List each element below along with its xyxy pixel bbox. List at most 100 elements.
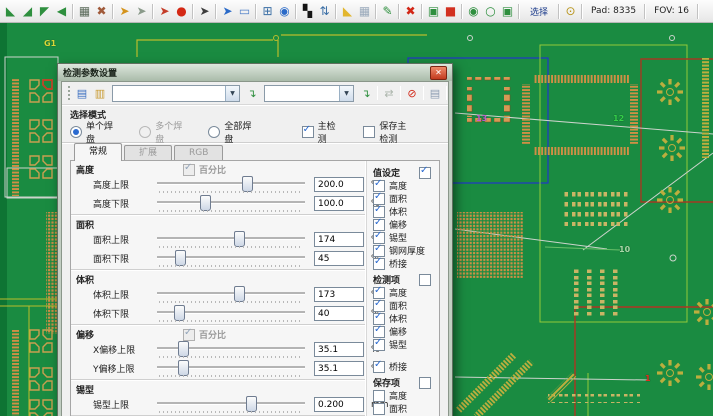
param-value-input[interactable] xyxy=(314,251,364,266)
pin-red-icon[interactable]: ➤ xyxy=(156,3,173,20)
green-sail-icon[interactable]: ◣ xyxy=(2,3,19,20)
chevron-down-icon[interactable]: ▼ xyxy=(225,86,239,101)
save-icon[interactable]: ▤ xyxy=(73,85,91,101)
check-item[interactable]: 桥接 xyxy=(373,360,435,373)
radio-icon[interactable] xyxy=(208,126,220,138)
photo-icon[interactable]: ▦ xyxy=(76,3,93,20)
pin-orange-icon[interactable]: ➤ xyxy=(116,3,133,20)
param-value-input[interactable] xyxy=(314,287,364,302)
pin-black-icon[interactable]: ➤ xyxy=(196,3,213,20)
param-slider[interactable] xyxy=(157,397,305,413)
circle-icon[interactable]: ○ xyxy=(482,3,499,20)
mode-checkbox-1[interactable]: 保存主检测 xyxy=(363,119,414,145)
toolbar-grip[interactable] xyxy=(68,86,70,100)
general-tab-panel: 高度百分比高度上限%高度下限%面积面积上限%面积下限%体积体积上限%体积下限%偏… xyxy=(70,160,440,416)
param-slider[interactable] xyxy=(157,287,305,303)
radio-icon[interactable] xyxy=(70,126,82,138)
param-slider[interactable] xyxy=(157,196,305,212)
stop-red-icon[interactable]: ■ xyxy=(442,3,459,20)
param-row: 体积下限% xyxy=(71,304,366,323)
checkbox-icon[interactable] xyxy=(373,403,385,415)
import-icon[interactable]: ↴ xyxy=(243,85,261,101)
dialog-body: ▤▥▼↴▼↴⇄⊘▤⇥ 选择模式 单个焊盘多个焊盘全部焊盘 主检测保存主检测 常规… xyxy=(61,81,449,416)
param-slider[interactable] xyxy=(157,342,305,358)
tab-extended[interactable]: 扩展 xyxy=(124,145,172,161)
param-row: 高度上限% xyxy=(71,175,366,194)
param-value-input[interactable] xyxy=(314,177,364,192)
pin-gray-icon[interactable]: ➤ xyxy=(133,3,150,20)
check-item[interactable]: 锡型 xyxy=(373,338,435,351)
chart-edit-icon[interactable]: ✎ xyxy=(379,3,396,20)
set-square-icon[interactable]: ◣ xyxy=(339,3,356,20)
slider-thumb[interactable] xyxy=(234,231,245,247)
check-item[interactable]: 高度 xyxy=(373,389,435,402)
slider-thumb[interactable] xyxy=(234,286,245,302)
grid-icon[interactable]: ▦ xyxy=(356,3,373,20)
quad-squares-icon[interactable]: ▚ xyxy=(299,3,316,20)
tab-rgb[interactable]: RGB xyxy=(174,145,223,161)
mode-checkbox-0[interactable]: 主检测 xyxy=(302,119,338,145)
dialog-titlebar[interactable]: 检测参数设置 ✕ xyxy=(58,64,452,81)
export-page-icon[interactable]: ▥ xyxy=(91,85,109,101)
checkbox-icon[interactable] xyxy=(302,126,314,138)
param-value-input[interactable] xyxy=(314,196,364,211)
check-item[interactable]: 桥接 xyxy=(373,257,435,270)
param-slider[interactable] xyxy=(157,251,305,267)
preset-combo-1[interactable]: ▼ xyxy=(112,85,240,102)
param-value-input[interactable] xyxy=(314,306,364,321)
tab-general[interactable]: 常规 xyxy=(74,143,122,161)
selection-rect-icon[interactable]: ▭ xyxy=(236,3,253,20)
checkbox-icon[interactable] xyxy=(373,361,385,373)
slider-thumb[interactable] xyxy=(175,250,186,266)
preset-combo-2[interactable]: ▼ xyxy=(264,85,354,102)
param-section-title: 体积 xyxy=(71,273,366,285)
select-mode-label[interactable]: 选择 xyxy=(530,5,548,18)
param-slider[interactable] xyxy=(157,361,305,377)
block-icon[interactable]: ⊘ xyxy=(403,85,421,101)
pad-matrix-icon[interactable]: ⊞ xyxy=(259,3,276,20)
map-marker-icon[interactable]: ● xyxy=(173,3,190,20)
green-cone-icon[interactable]: ◀ xyxy=(53,3,70,20)
import-icon-2[interactable]: ↴ xyxy=(357,85,375,101)
slider-thumb[interactable] xyxy=(178,341,189,357)
param-value-input[interactable] xyxy=(314,342,364,357)
record-icon[interactable]: ◉ xyxy=(465,3,482,20)
checklist-panel-0: 值设定高度面积体积偏移锡型钢网厚度桥接 xyxy=(373,166,435,270)
slider-thumb[interactable] xyxy=(200,195,211,211)
checklist-header-checkbox[interactable] xyxy=(419,377,431,389)
wrench-icon[interactable]: ✖ xyxy=(93,3,110,20)
pad-mode-radio-2[interactable]: 全部焊盘 xyxy=(208,119,251,145)
save-disk-icon[interactable]: ▤ xyxy=(426,85,444,101)
checkbox-icon[interactable] xyxy=(373,258,385,270)
checkbox-icon[interactable] xyxy=(373,390,385,402)
check-item[interactable]: 面积 xyxy=(373,402,435,415)
pin-blue-icon[interactable]: ➤ xyxy=(219,3,236,20)
param-slider[interactable] xyxy=(157,177,305,193)
checkbox-icon[interactable] xyxy=(373,339,385,351)
checklist-header-checkbox[interactable] xyxy=(419,167,431,179)
checklist-header-checkbox[interactable] xyxy=(419,274,431,286)
slider-thumb[interactable] xyxy=(246,396,257,412)
chevron-down-icon[interactable]: ▼ xyxy=(339,86,353,101)
magnifier-icon[interactable]: ⊙ xyxy=(562,3,579,20)
param-value-input[interactable] xyxy=(314,397,364,412)
green-sail2-icon[interactable]: ◢ xyxy=(19,3,36,20)
green-prism-icon[interactable]: ◤ xyxy=(36,3,53,20)
pad-mode-radio-0[interactable]: 单个焊盘 xyxy=(70,119,113,145)
checkbox-icon[interactable] xyxy=(363,126,375,138)
sort-az-icon[interactable]: ⇅ xyxy=(316,3,333,20)
compare-icon[interactable]: ⇄ xyxy=(380,85,398,101)
camera-icon[interactable]: ◉ xyxy=(276,3,293,20)
param-slider[interactable] xyxy=(157,306,305,322)
apply-green-icon[interactable]: ▣ xyxy=(425,3,442,20)
slider-thumb[interactable] xyxy=(242,176,253,192)
toolbar-separator xyxy=(558,4,560,19)
slider-thumb[interactable] xyxy=(178,360,189,376)
close-button[interactable]: ✕ xyxy=(430,66,447,80)
param-value-input[interactable] xyxy=(314,361,364,376)
slider-thumb[interactable] xyxy=(174,305,185,321)
param-slider[interactable] xyxy=(157,232,305,248)
square-dot-icon[interactable]: ▣ xyxy=(499,3,516,20)
param-value-input[interactable] xyxy=(314,232,364,247)
delete-icon[interactable]: ✖ xyxy=(402,3,419,20)
